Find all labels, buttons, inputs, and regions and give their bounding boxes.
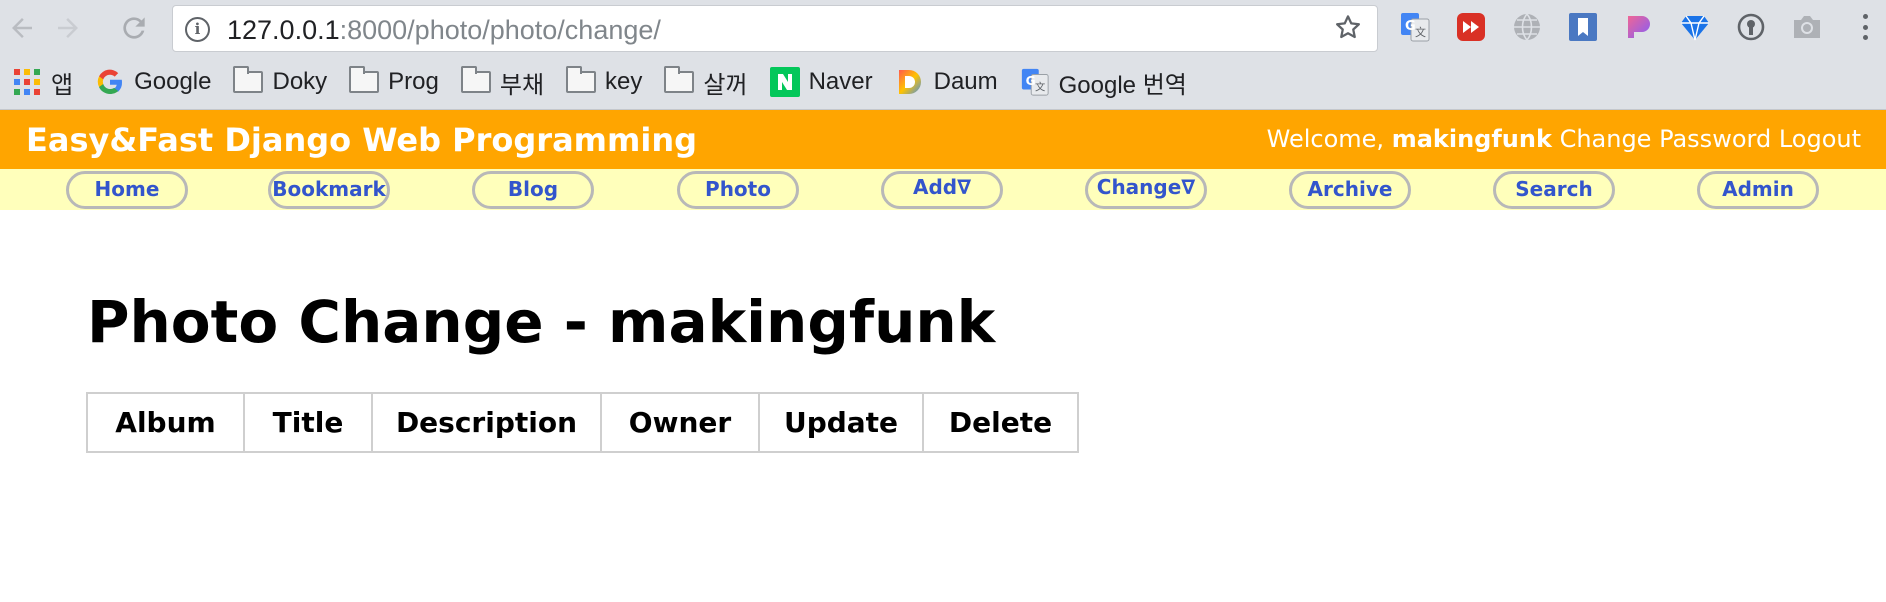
bookmark-naver[interactable]: Naver: [769, 67, 873, 97]
table-header-row: Album Title Description Owner Update Del…: [86, 392, 1079, 453]
column-header-album: Album: [86, 392, 245, 453]
google-translate-icon: G文: [1020, 68, 1050, 96]
bookmark-folder-doky[interactable]: Doky: [233, 66, 327, 96]
menu-change-dropdown[interactable]: Change∇: [1085, 171, 1207, 209]
column-header-update: Update: [758, 392, 924, 453]
arrow-left-icon: [12, 18, 32, 38]
google-translate-ext-button[interactable]: G文: [1398, 10, 1432, 44]
folder-icon: [460, 66, 491, 93]
lock-ext-button[interactable]: [1734, 10, 1768, 44]
user-bar: Welcome, makingfunk Change Password Logo…: [1267, 125, 1861, 153]
camera-icon: [1794, 16, 1820, 38]
lock-ext-icon: [1737, 13, 1765, 41]
bookmark-folder-salkkeo[interactable]: 살꺼: [664, 65, 748, 100]
change-password-link[interactable]: Change Password: [1560, 125, 1772, 153]
daum-icon: [895, 68, 925, 96]
url-text[interactable]: 127.0.0.1:8000/photo/photo/change/: [227, 15, 661, 46]
google-translate-icon: G文: [1401, 13, 1430, 42]
logout-link[interactable]: Logout: [1779, 125, 1861, 153]
reload-button[interactable]: [114, 8, 154, 48]
camera-ext-button[interactable]: [1790, 10, 1824, 44]
folder-icon: [233, 66, 264, 93]
bookmark-star-button[interactable]: [1333, 12, 1363, 50]
folder-icon: [664, 66, 695, 93]
bookmark-folder-prog[interactable]: Prog: [349, 66, 439, 96]
arrow-right-icon: [58, 18, 78, 38]
back-button[interactable]: [2, 8, 42, 48]
column-header-owner: Owner: [600, 392, 760, 453]
bookmark-google-translate[interactable]: G文 Google 번역: [1020, 65, 1187, 100]
globe-icon: [1514, 13, 1540, 41]
address-bar[interactable]: i 127.0.0.1:8000/photo/photo/change/: [172, 5, 1378, 52]
diamond-icon: [1681, 15, 1709, 41]
main-menu: Home Bookmark Blog Photo Add∇ Change∇ Ar…: [0, 169, 1886, 210]
page-title: Photo Change - makingfunk: [87, 288, 996, 356]
browser-menu-button[interactable]: [1858, 10, 1872, 44]
menu-archive[interactable]: Archive: [1289, 171, 1411, 209]
svg-text:文: 文: [1415, 25, 1426, 39]
reload-icon: [123, 17, 145, 39]
browser-toolbar: i 127.0.0.1:8000/photo/photo/change/ G文 …: [0, 0, 1886, 110]
folder-icon: [349, 66, 380, 93]
bookmark-daum[interactable]: Daum: [895, 68, 998, 96]
bookmark-apps[interactable]: 앱: [12, 65, 73, 100]
menu-blog[interactable]: Blog: [472, 171, 594, 209]
naver-icon: [769, 67, 800, 97]
column-header-description: Description: [371, 392, 602, 453]
diamond-ext-button[interactable]: [1678, 10, 1712, 44]
menu-photo[interactable]: Photo: [677, 171, 799, 209]
photo-change-table: Album Title Description Owner Update Del…: [86, 392, 1079, 453]
bookmark-ext-button[interactable]: [1566, 10, 1600, 44]
menu-search[interactable]: Search: [1493, 171, 1615, 209]
column-header-delete: Delete: [922, 392, 1079, 453]
site-header: Easy&Fast Django Web Programming Welcome…: [0, 110, 1886, 169]
bookmark-icon: [1569, 13, 1597, 41]
menu-home[interactable]: Home: [66, 171, 188, 209]
google-icon: [95, 68, 125, 96]
bookmark-folder-key[interactable]: key: [566, 66, 642, 96]
svg-text:文: 文: [1035, 80, 1045, 93]
username: makingfunk: [1391, 125, 1552, 153]
globe-ext-button[interactable]: [1510, 10, 1544, 44]
bookmark-folder-buchae[interactable]: 부채: [460, 65, 544, 100]
welcome-text: Welcome,: [1266, 125, 1385, 153]
menu-bookmark[interactable]: Bookmark: [268, 171, 390, 209]
apps-grid-icon: [12, 68, 42, 96]
forward-button[interactable]: [48, 8, 88, 48]
youtube-ff-ext-button[interactable]: [1454, 10, 1488, 44]
star-icon: [1336, 15, 1360, 39]
site-title[interactable]: Easy&Fast Django Web Programming: [26, 121, 697, 159]
folder-icon: [566, 66, 597, 93]
bookmarks-bar: 앱 Google Doky Prog 부채 key 살꺼 Naver Daum …: [0, 60, 1886, 104]
menu-admin[interactable]: Admin: [1697, 171, 1819, 209]
youtube-ff-icon: [1457, 13, 1485, 41]
bookmark-google[interactable]: Google: [95, 68, 211, 96]
palette-ext-button[interactable]: [1622, 10, 1656, 44]
info-icon[interactable]: i: [185, 17, 210, 42]
palette-icon: [1628, 16, 1650, 38]
column-header-title: Title: [243, 392, 373, 453]
menu-add-dropdown[interactable]: Add∇: [881, 171, 1003, 209]
